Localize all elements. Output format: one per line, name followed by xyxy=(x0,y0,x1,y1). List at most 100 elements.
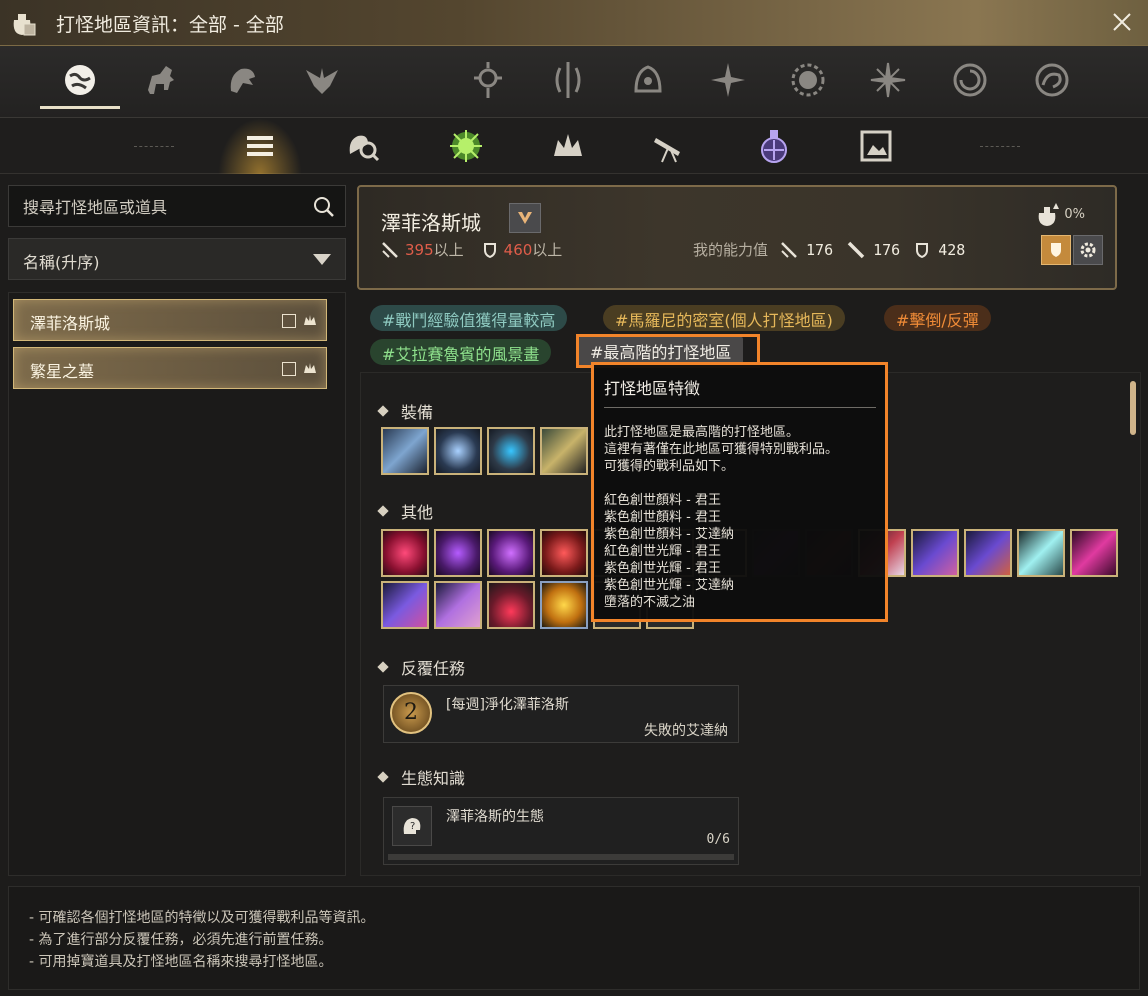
spiral-moon-icon[interactable] xyxy=(948,56,992,104)
equipment-item-slot[interactable] xyxy=(434,427,482,475)
my-stats-label: 我的能力值 xyxy=(693,241,769,259)
help-line: - 可確認各個打怪地區的特徵以及可獲得戰利品等資訊。 xyxy=(29,910,375,926)
chevron-down-icon xyxy=(518,212,532,224)
awakening-sword-icon xyxy=(847,241,865,258)
magnifier-head-icon[interactable] xyxy=(340,124,384,168)
lantern-icon[interactable] xyxy=(752,124,796,168)
zone-header: 澤菲洛斯城 395 以上 460 以上 我的能力值 176 176 428 0% xyxy=(357,185,1117,290)
search-input[interactable] xyxy=(23,196,303,218)
required-ap: 395 xyxy=(405,240,434,259)
other-item-slot[interactable] xyxy=(434,529,482,577)
quest-title: [每週]淨化澤菲洛斯 xyxy=(446,697,569,713)
eagle-crest-icon[interactable] xyxy=(300,56,344,104)
other-item-slot[interactable] xyxy=(1017,529,1065,577)
zone-list-item-label: 澤菲洛斯城 xyxy=(30,314,111,333)
crescent-moon-icon[interactable] xyxy=(382,56,426,104)
equipment-item-slot[interactable] xyxy=(540,427,588,475)
tag-private-room[interactable]: #馬羅尼的密室(個人打怪地區) xyxy=(603,305,845,331)
zone-dropdown-button[interactable] xyxy=(509,203,541,233)
category-tab-bar xyxy=(0,46,1148,118)
picture-icon xyxy=(282,314,296,328)
bell-icon[interactable] xyxy=(626,56,670,104)
shield-toggle-button[interactable] xyxy=(1041,235,1071,265)
required-dp: 460 xyxy=(503,240,533,259)
equipment-item-slot[interactable] xyxy=(487,427,535,475)
search-icon[interactable] xyxy=(313,196,335,218)
shield-icon xyxy=(916,242,929,258)
other-item-slot[interactable] xyxy=(540,529,588,577)
crown-icon[interactable] xyxy=(546,124,590,168)
list-icon[interactable] xyxy=(238,124,282,168)
zone-list-item[interactable]: 繁星之墓 xyxy=(13,347,327,389)
section-title: 裝備 xyxy=(401,403,434,422)
help-line: - 可用掉寶道具及打怪地區名稱來搜尋打怪地區。 xyxy=(29,954,333,970)
section-title: 反覆任務 xyxy=(401,659,466,678)
sub-tab-bar xyxy=(0,118,1148,174)
ecology-progress-bar xyxy=(388,854,734,860)
zone-list-item[interactable]: 澤菲洛斯城 xyxy=(13,299,327,341)
sword-icon xyxy=(382,241,398,258)
other-item-slot[interactable] xyxy=(381,529,429,577)
star-burst-icon[interactable] xyxy=(706,56,750,104)
sort-label: 名稱(升序) xyxy=(23,253,100,272)
radiant-star-icon[interactable] xyxy=(866,56,910,104)
chevron-down-icon xyxy=(313,254,331,265)
diamond-icon xyxy=(377,405,389,417)
window-title: 打怪地區資訊：全部 - 全部 xyxy=(56,14,284,36)
sword-icon xyxy=(781,241,797,258)
pouch-icon xyxy=(13,14,36,36)
quest-count-badge: 2 xyxy=(390,692,432,734)
section-ecology: 生態知識 xyxy=(377,765,465,789)
crown-icon xyxy=(304,315,316,325)
required-ap-suffix: 以上 xyxy=(433,241,464,259)
search-box xyxy=(8,185,346,227)
other-item-slot[interactable] xyxy=(1070,529,1118,577)
swirl-icon[interactable] xyxy=(1030,56,1074,104)
diamond-icon xyxy=(377,505,389,517)
tag-exp[interactable]: #戰鬥經驗值獲得量較高 xyxy=(370,305,568,331)
other-item-slot[interactable] xyxy=(911,529,959,577)
vine-icon[interactable] xyxy=(546,56,590,104)
tooltip-divider xyxy=(604,407,876,408)
repeat-quest-card[interactable]: 2 [每週]淨化澤菲洛斯 失敗的艾達納 xyxy=(383,685,739,743)
other-item-slot[interactable] xyxy=(487,581,535,629)
other-item-slot[interactable] xyxy=(381,581,429,629)
divider xyxy=(134,146,174,147)
tag-tooltip: 打怪地區特徵 此打怪地區是最高階的打怪地區。 這裡有著僅在此地區可獲得特別戰利品… xyxy=(591,362,888,622)
sort-dropdown[interactable]: 名稱(升序) xyxy=(8,238,346,280)
zone-list-item-label: 繁星之墓 xyxy=(30,362,95,381)
telescope-icon[interactable] xyxy=(648,124,692,168)
help-panel: - 可確認各個打怪地區的特徵以及可獲得戰利品等資訊。 - 為了進行部分反覆任務，… xyxy=(8,886,1140,990)
orb-sun-icon[interactable] xyxy=(466,56,510,104)
active-tab-underline xyxy=(40,106,120,109)
ecology-progress: 0/6 xyxy=(706,832,730,847)
zone-name: 澤菲洛斯城 xyxy=(381,211,481,235)
my-stats: 我的能力值 176 176 428 xyxy=(693,239,979,260)
title-bar: 打怪地區資訊：全部 - 全部 xyxy=(0,0,1148,46)
my-awakening-ap: 176 xyxy=(873,240,901,259)
section-other: 其他 xyxy=(377,499,433,523)
horse-icon[interactable] xyxy=(140,56,184,104)
tag-knockdown[interactable]: #擊倒/反彈 xyxy=(884,305,991,331)
section-repeat-quest: 反覆任務 xyxy=(377,655,466,679)
settings-button[interactable] xyxy=(1073,235,1103,265)
picture-frame-icon[interactable] xyxy=(854,124,898,168)
other-item-slot[interactable] xyxy=(964,529,1012,577)
tag-landscape[interactable]: #艾拉賽魯賓的風景畫 xyxy=(370,339,552,365)
other-item-slot[interactable] xyxy=(540,581,588,629)
world-icon[interactable] xyxy=(58,56,102,104)
quest-subtitle: 失敗的艾達納 xyxy=(644,723,728,739)
section-equipment: 裝備 xyxy=(377,399,434,423)
tooltip-line: 墮落的不滅之油 xyxy=(604,595,696,610)
ecology-card[interactable]: ? 澤菲洛斯的生態 0/6 xyxy=(383,797,739,865)
equipment-item-slot[interactable] xyxy=(381,427,429,475)
diamond-icon xyxy=(377,771,389,783)
green-burst-icon[interactable] xyxy=(444,124,488,168)
other-item-slot[interactable] xyxy=(434,581,482,629)
close-icon[interactable] xyxy=(1110,10,1134,34)
sun-gear-icon[interactable] xyxy=(786,56,830,104)
scrollbar[interactable] xyxy=(1130,381,1136,435)
other-item-slot[interactable] xyxy=(487,529,535,577)
beast-icon[interactable] xyxy=(220,56,264,104)
zone-list: 澤菲洛斯城 繁星之墓 xyxy=(8,292,346,876)
